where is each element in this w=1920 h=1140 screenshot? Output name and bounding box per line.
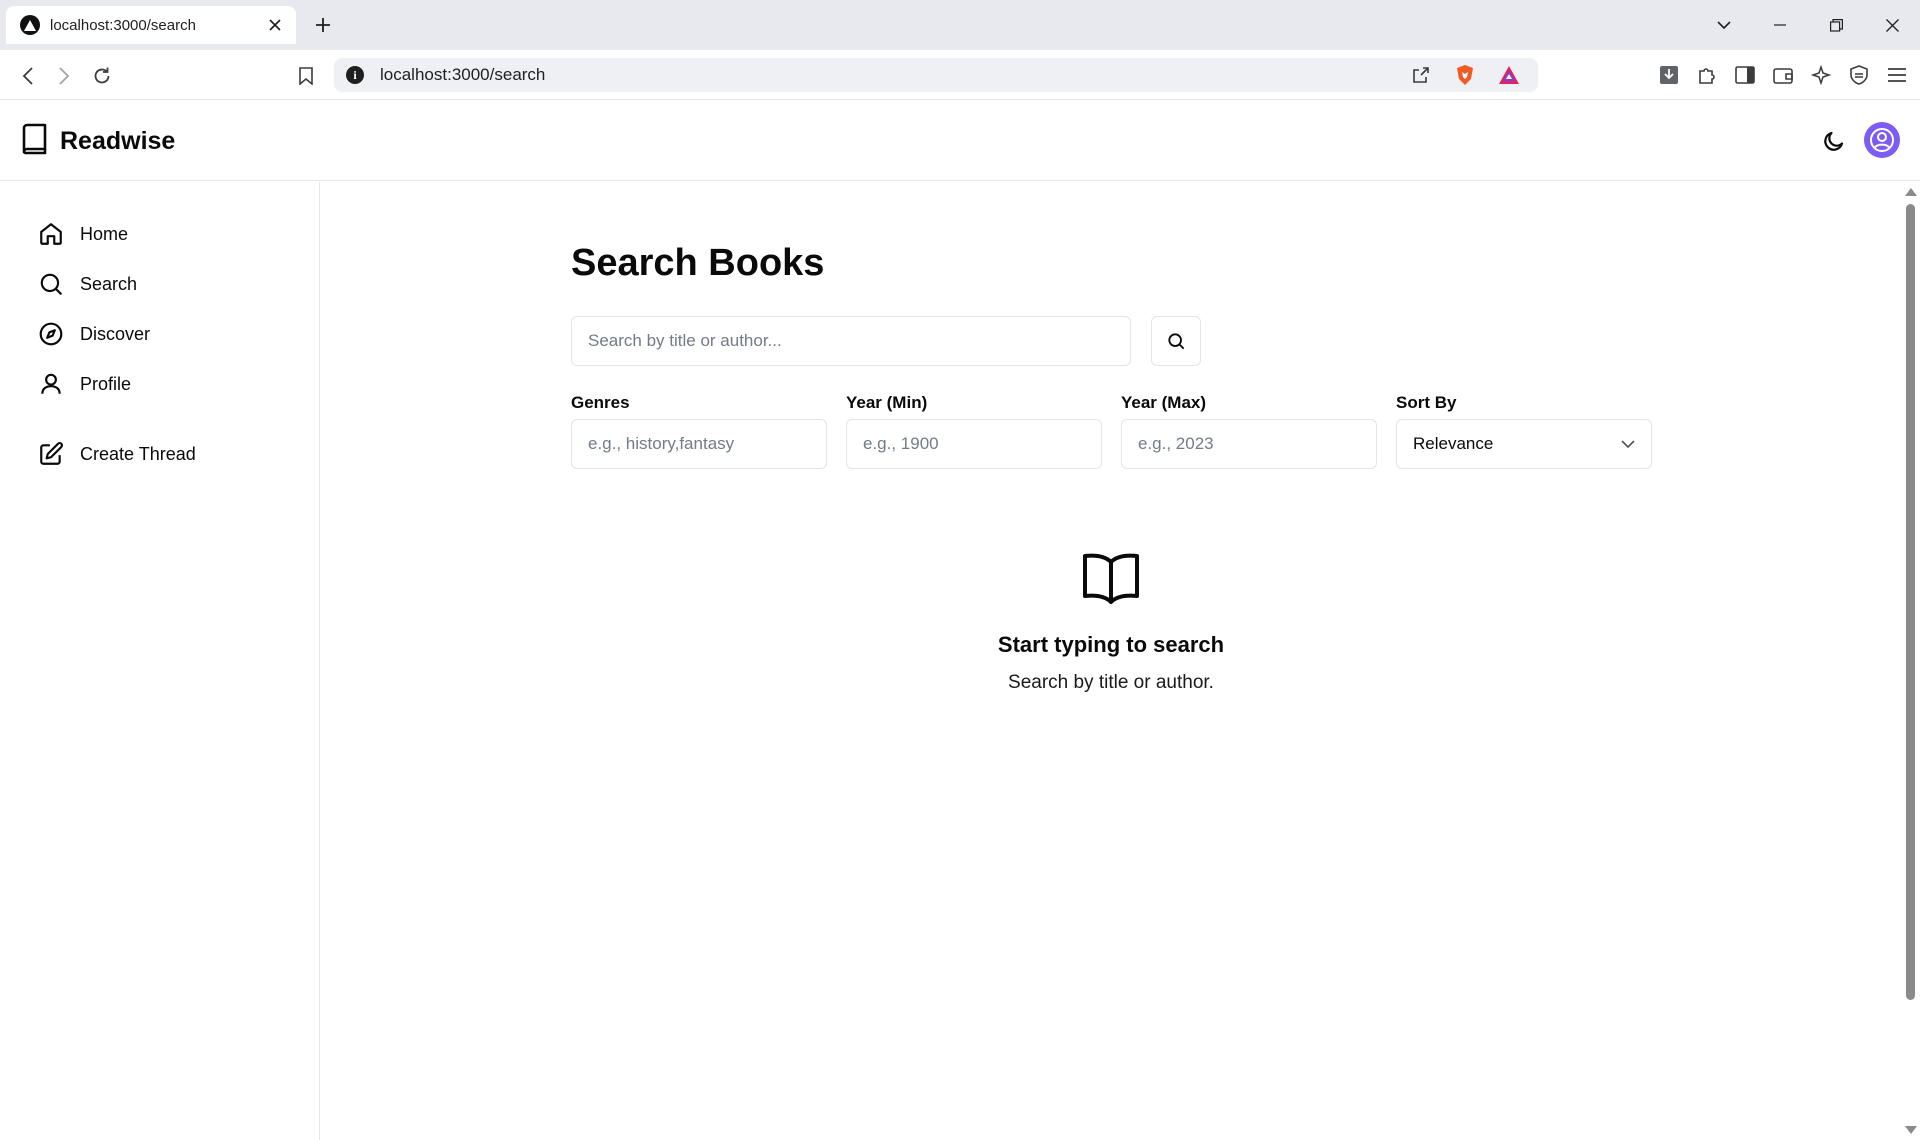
open-book-icon (571, 552, 1651, 606)
sort-label: Sort By (1396, 393, 1457, 412)
sidebar-item-label: Discover (80, 323, 151, 344)
sidebar: Home Search Discover Profile Create Thre… (0, 182, 320, 1140)
brand-logo[interactable]: Readwise (20, 123, 175, 160)
year-min-input[interactable] (846, 419, 1102, 469)
address-bar[interactable]: i localhost:3000/search (334, 58, 1538, 92)
vpn-shield-icon[interactable] (1844, 60, 1874, 90)
genres-input[interactable] (571, 419, 827, 469)
year-min-filter: Year (Min) (846, 392, 1102, 469)
extensions-puzzle-icon[interactable] (1692, 60, 1722, 90)
dark-mode-toggle[interactable] (1816, 123, 1852, 159)
compass-icon (39, 322, 63, 346)
scroll-thumb[interactable] (1906, 204, 1915, 1000)
sort-select[interactable]: Relevance (1396, 419, 1652, 469)
user-avatar[interactable] (1864, 122, 1900, 158)
sidebar-item-profile[interactable]: Profile (38, 366, 131, 402)
page-title: Search Books (571, 242, 825, 284)
back-icon[interactable] (14, 62, 42, 90)
close-window-icon[interactable] (1864, 0, 1920, 50)
avatar-user-icon (1870, 128, 1894, 152)
brave-shields-icon[interactable] (1450, 60, 1480, 90)
restore-icon[interactable] (1808, 0, 1864, 50)
sort-filter: Sort By Relevance (1396, 392, 1652, 469)
empty-state-title: Start typing to search (997, 632, 1225, 657)
leo-ai-icon[interactable] (1806, 60, 1836, 90)
menu-hamburger-icon[interactable] (1882, 60, 1912, 90)
search-icon (40, 273, 62, 295)
empty-state: Start typing to search Search by title o… (571, 552, 1651, 694)
sidebar-item-label: Profile (80, 373, 132, 394)
address-url[interactable]: localhost:3000/search (380, 65, 1406, 85)
reload-icon[interactable] (88, 62, 116, 90)
brand-name: Readwise (60, 127, 176, 155)
tab-title: localhost:3000/search (50, 16, 196, 34)
close-tab-icon[interactable] (264, 14, 286, 36)
year-min-label: Year (Min) (846, 393, 928, 412)
user-icon (41, 373, 61, 394)
sidebar-item-label: Create Thread (80, 443, 196, 464)
download-icon[interactable] (1654, 60, 1684, 90)
genres-label: Genres (571, 393, 630, 412)
share-icon[interactable] (1406, 60, 1436, 90)
home-icon (40, 223, 62, 245)
extensions-row (1654, 60, 1912, 90)
sort-select-value: Relevance (1413, 434, 1494, 453)
search-button-icon (1168, 333, 1184, 349)
sidebar-item-home[interactable]: Home (38, 216, 128, 252)
year-max-filter: Year (Max) (1121, 392, 1377, 469)
year-max-input[interactable] (1121, 419, 1377, 469)
brave-rewards-icon[interactable] (1494, 60, 1524, 90)
sidebar-item-label: Search (80, 273, 138, 294)
browser-toolbar: i localhost:3000/search (0, 50, 1920, 100)
new-tab-icon[interactable] (310, 12, 336, 38)
tab-search-chevron-icon[interactable] (1696, 0, 1752, 50)
moon-icon (1824, 131, 1844, 151)
search-input[interactable] (571, 316, 1131, 366)
sidebar-item-search[interactable]: Search (38, 266, 137, 302)
wallet-icon[interactable] (1768, 60, 1798, 90)
page-scrollbar[interactable] (1901, 182, 1920, 1140)
chevron-down-icon (1621, 440, 1635, 448)
window-controls (1696, 0, 1920, 50)
site-info-icon[interactable]: i (346, 66, 364, 84)
sidebar-item-discover[interactable]: Discover (38, 316, 150, 352)
vercel-favicon-icon (20, 15, 40, 35)
search-button[interactable] (1151, 316, 1201, 366)
scroll-down-arrow-icon[interactable] (1905, 1126, 1917, 1134)
year-max-label: Year (Max) (1121, 393, 1207, 412)
sidebar-toggle-icon[interactable] (1730, 60, 1760, 90)
bookmark-icon[interactable] (292, 62, 320, 90)
book-logo-icon (20, 123, 50, 160)
forward-icon[interactable] (50, 62, 78, 90)
scroll-up-arrow-icon[interactable] (1905, 188, 1917, 196)
sidebar-item-create-thread[interactable]: Create Thread (38, 436, 196, 472)
minimize-icon[interactable] (1752, 0, 1808, 50)
empty-state-subtitle: Search by title or author. (1008, 672, 1214, 693)
sidebar-item-label: Home (80, 223, 129, 244)
browser-tabbar: localhost:3000/search (0, 0, 1920, 50)
app-header: Readwise (0, 101, 1920, 181)
main-content: Search Books Genres Year (Min) Year (Max… (321, 182, 1901, 1140)
edit-icon (40, 442, 63, 465)
browser-tab[interactable]: localhost:3000/search (6, 6, 296, 44)
genres-filter: Genres (571, 392, 827, 469)
